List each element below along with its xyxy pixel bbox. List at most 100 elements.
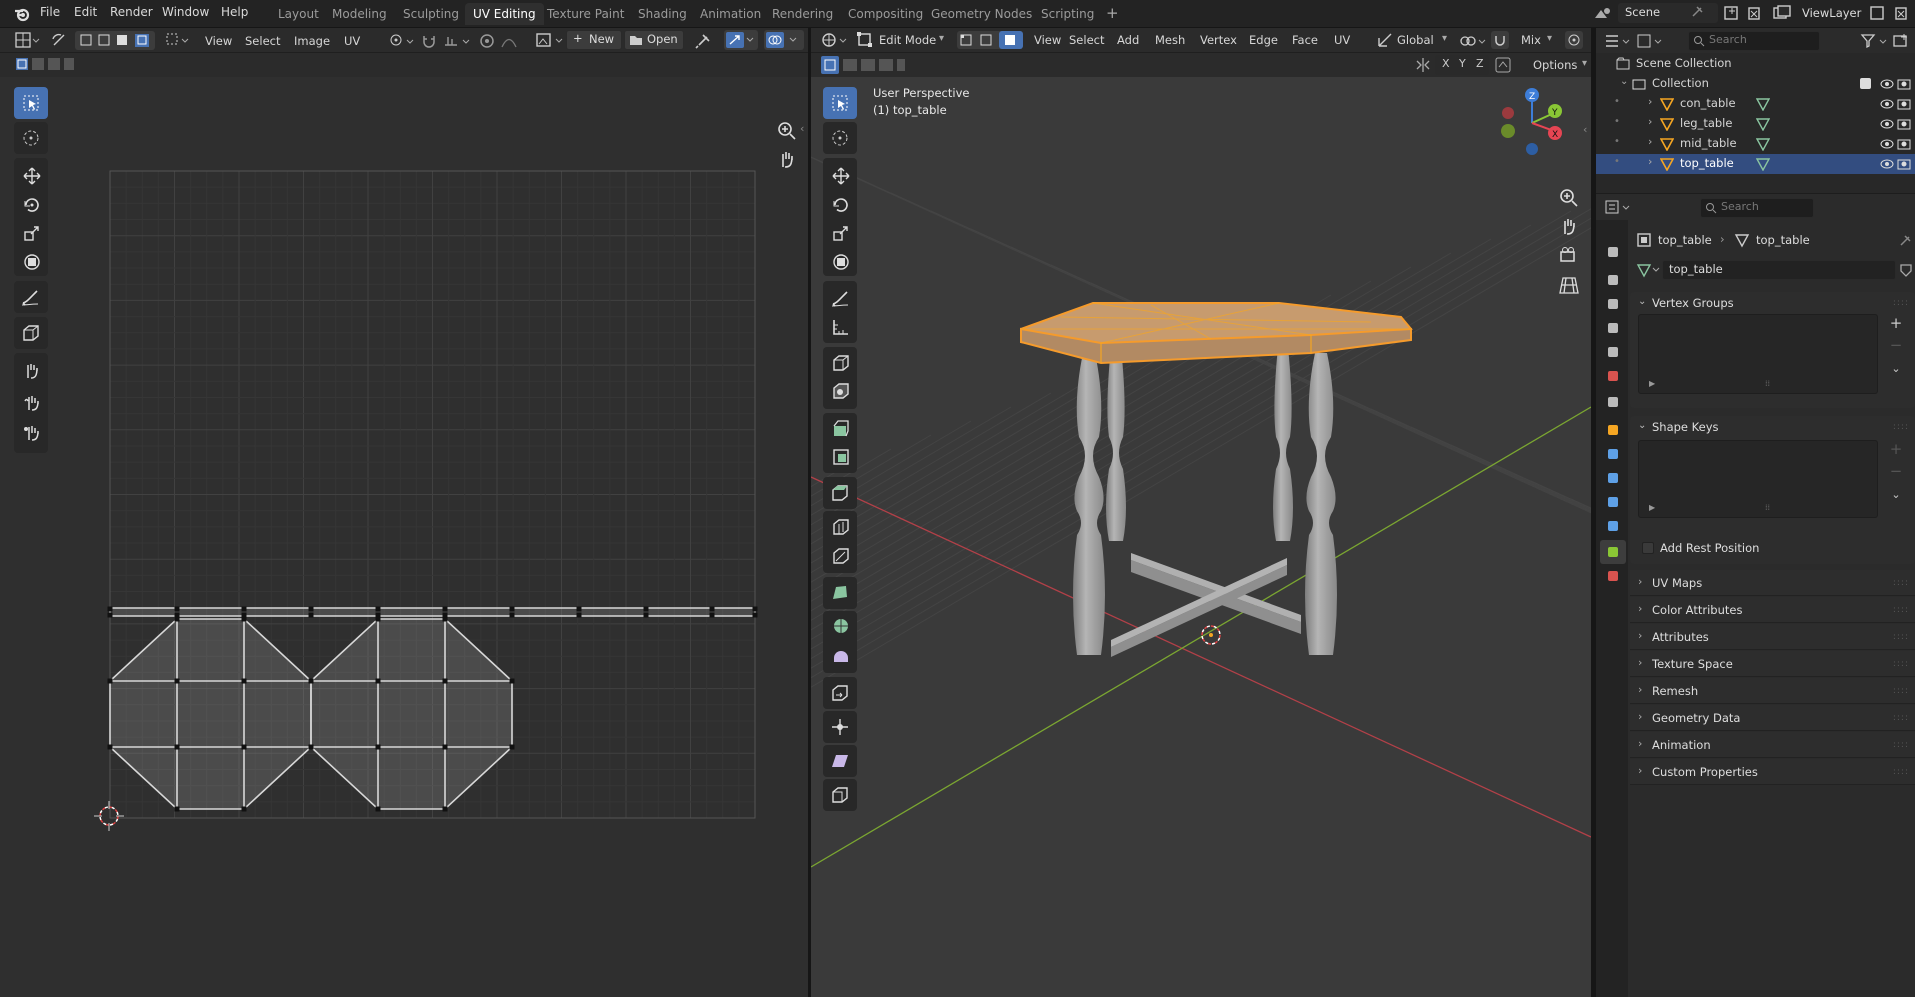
relax-icon[interactable] [22, 393, 42, 413]
mesh-data-icon[interactable] [1756, 137, 1770, 151]
outliner-editor-icon[interactable] [1604, 32, 1630, 50]
uv-vertex[interactable] [752, 606, 758, 612]
properties-search[interactable]: Search [1700, 198, 1814, 218]
shape-keys-list[interactable]: ▶ ⁞⁞ [1638, 440, 1878, 518]
panel-geometry-data[interactable]: › Geometry Data:::: [1630, 705, 1915, 731]
collection-expand-icon[interactable]: ⌄ [1620, 76, 1628, 87]
proportional-toggle-icon[interactable] [1565, 31, 1583, 49]
expand-arrow-icon[interactable]: › [1648, 115, 1652, 128]
edit-mode-icon[interactable] [857, 32, 873, 48]
uv-vertex[interactable] [308, 606, 314, 612]
remove-shape-key-icon[interactable]: − [1884, 462, 1908, 482]
vp-move-icon[interactable] [831, 166, 851, 186]
mesh-select-mode-icons[interactable] [957, 31, 1023, 49]
properties-output-tab[interactable] [1600, 292, 1626, 316]
top-table-mesh[interactable] [1020, 302, 1413, 365]
pivot-icon[interactable] [1459, 32, 1487, 50]
leg-back-left[interactable] [1106, 347, 1126, 541]
vp-zoom-icon[interactable] [1558, 187, 1580, 209]
measure-icon[interactable] [831, 317, 851, 337]
remove-vertex-group-icon[interactable]: − [1884, 336, 1908, 356]
uv-vertex[interactable] [174, 678, 180, 684]
workspace-tab-compositing[interactable]: Compositing [840, 3, 931, 25]
vp-sidebar-toggle-icon[interactable]: ‹ [1583, 123, 1587, 136]
view-layer-icon[interactable] [1772, 4, 1792, 22]
image-browse-icon[interactable] [535, 31, 565, 49]
delete-view-layer-icon[interactable] [1892, 4, 1910, 22]
uv-vertex[interactable] [241, 616, 247, 622]
properties-editor-icon[interactable] [1604, 198, 1630, 216]
2d-cursor-icon[interactable] [94, 801, 124, 831]
uv-vertex[interactable] [442, 606, 448, 612]
uv-vertex[interactable] [643, 612, 649, 618]
vp-menu-select[interactable]: Select [1069, 30, 1104, 50]
properties-render-tab[interactable] [1600, 268, 1626, 292]
render-camera-icon[interactable] [1897, 97, 1911, 111]
navigation-gizmo[interactable]: Z Y X [1496, 87, 1566, 157]
vp-rotate-icon[interactable] [831, 195, 851, 215]
uv-vertex[interactable] [709, 612, 715, 618]
snap-target-icon[interactable] [442, 32, 472, 50]
filter-icon[interactable] [1860, 32, 1888, 50]
shape-keys-resize-icon[interactable]: ⁞⁞ [1765, 503, 1770, 512]
workspace-tab-shading[interactable]: Shading [630, 3, 695, 25]
orientation-dropdown[interactable]: Global [1397, 30, 1434, 50]
workspace-tab-rendering[interactable]: Rendering [764, 3, 841, 25]
panel-attributes[interactable]: › Attributes:::: [1630, 624, 1915, 650]
vp-menu-face[interactable]: Face [1292, 30, 1318, 50]
fake-user-icon[interactable] [1898, 262, 1914, 278]
panel-uv-maps[interactable]: › UV Maps:::: [1630, 570, 1915, 596]
vertex-group-menu-icon[interactable]: ⌄ [1884, 362, 1908, 382]
vp-transform-icon[interactable] [831, 252, 851, 272]
uv-selection-mode-icons[interactable] [14, 55, 74, 73]
sidebar-toggle-icon[interactable]: ‹ [800, 122, 804, 135]
mesh-data-icon[interactable] [1756, 117, 1770, 131]
mesh-browse-icon[interactable] [1636, 262, 1662, 278]
mesh-data-icon[interactable] [1756, 97, 1770, 111]
vp-tool-shrink[interactable] [823, 711, 857, 743]
uv-menu-uv[interactable]: UV [344, 31, 360, 51]
workspace-tab-sculpting[interactable]: Sculpting [395, 3, 467, 25]
camera-view-icon[interactable] [1558, 245, 1580, 267]
pinch-icon[interactable] [22, 423, 42, 443]
visibility-eye-icon[interactable] [1880, 137, 1894, 151]
editor-type-3d-icon[interactable] [821, 31, 847, 49]
blender-logo-icon[interactable] [13, 5, 31, 23]
vp-tool-rip[interactable] [823, 779, 857, 811]
smooth-icon[interactable] [831, 645, 851, 665]
pan-view-icon[interactable] [776, 149, 798, 171]
uv-islands[interactable] [107, 606, 758, 812]
properties-collection-tab[interactable] [1600, 390, 1626, 414]
vertex-groups-chevron-icon[interactable]: ⌄ [1638, 296, 1646, 307]
vp-menu-vertex[interactable]: Vertex [1200, 30, 1237, 50]
properties-view-layer-tab[interactable] [1600, 316, 1626, 340]
workspace-tab-geometry-nodes[interactable]: Geometry Nodes [923, 3, 1040, 25]
pin-properties-icon[interactable] [1898, 234, 1912, 248]
gizmo-toggle[interactable] [724, 30, 758, 50]
auto-merge-icon[interactable] [1495, 57, 1511, 73]
add-cone-icon[interactable] [831, 381, 851, 401]
workspace-tab-modeling[interactable]: Modeling [324, 3, 395, 25]
proportional-edit-icon[interactable] [478, 32, 496, 50]
properties-data-tab[interactable] [1600, 540, 1626, 564]
uv-island-bottom-face[interactable] [310, 618, 513, 810]
knife-icon[interactable] [831, 546, 851, 566]
add-shape-key-icon[interactable]: + [1884, 440, 1908, 460]
zoom-view-icon[interactable] [776, 120, 798, 142]
uv-tool-select-box[interactable] [14, 87, 48, 119]
collection-exclude-checkbox[interactable] [1860, 78, 1871, 89]
add-rest-position-checkbox[interactable] [1642, 542, 1654, 554]
properties-constraints-tab[interactable] [1600, 514, 1626, 538]
loop-cut-icon[interactable] [831, 517, 851, 537]
perspective-toggle-icon[interactable] [1558, 274, 1580, 296]
uv-vertex[interactable] [442, 744, 448, 750]
sticky-selection-icon[interactable] [164, 31, 190, 49]
outliner-item-top-table[interactable]: • › top_table [1596, 154, 1915, 174]
uv-vertex[interactable] [576, 612, 582, 618]
new-scene-icon[interactable] [1722, 4, 1740, 22]
uv-vertex[interactable] [752, 612, 758, 618]
pivot-point-icon[interactable] [388, 32, 416, 50]
uv-vertex[interactable] [442, 806, 448, 812]
snap-icon[interactable] [1491, 31, 1509, 49]
render-camera-icon[interactable] [1897, 117, 1911, 131]
